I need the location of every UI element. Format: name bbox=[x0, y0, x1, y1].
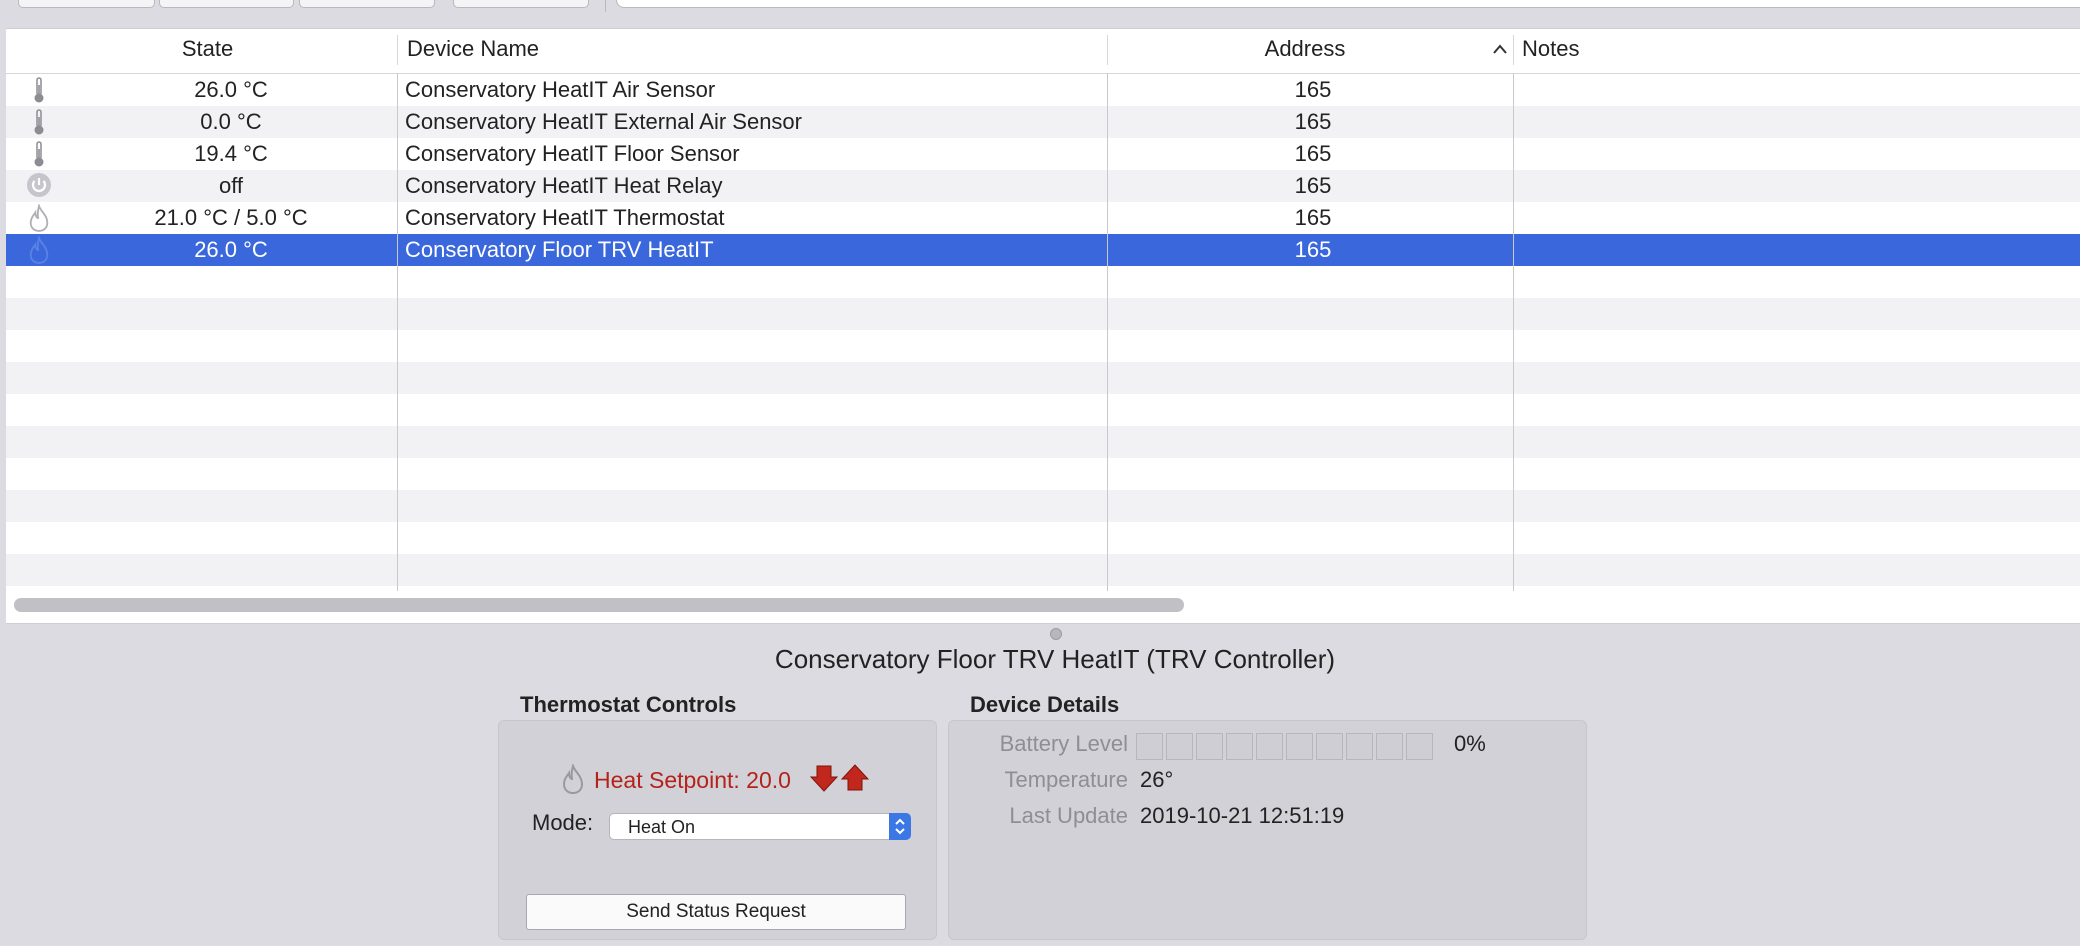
battery-level-indicator bbox=[1136, 733, 1446, 761]
temperature-value: 26° bbox=[1140, 767, 1174, 792]
split-view-handle[interactable] bbox=[1050, 628, 1062, 640]
last-update-value: 2019-10-21 12:51:19 bbox=[1140, 803, 1345, 828]
device-address: 165 bbox=[1294, 205, 1332, 230]
device-state: 19.4 °C bbox=[194, 141, 268, 166]
battery-segment bbox=[1406, 733, 1433, 760]
battery-level-label: Battery Level bbox=[999, 731, 1128, 756]
mode-select[interactable]: Heat On bbox=[609, 813, 911, 840]
battery-segment bbox=[1346, 733, 1373, 760]
device-state: off bbox=[218, 173, 244, 198]
table-row[interactable]: 21.0 °C / 5.0 °C Conservatory HeatIT Ther… bbox=[6, 202, 2080, 234]
table-row[interactable]: 19.4 °C Conservatory HeatIT Floor Sensor 1… bbox=[6, 138, 2080, 170]
empty-table-row bbox=[6, 458, 2080, 490]
heat-setpoint-label: Heat Setpoint: 20.0 bbox=[594, 767, 791, 793]
empty-table-row bbox=[6, 554, 2080, 586]
empty-table-row bbox=[6, 298, 2080, 330]
device-state: 21.0 °C / 5.0 °C bbox=[154, 205, 308, 230]
device-name: Conservatory HeatIT Floor Sensor bbox=[405, 141, 740, 166]
header-divider[interactable] bbox=[1107, 35, 1108, 65]
column-header-notes[interactable]: Notes bbox=[1522, 29, 1922, 73]
column-divider bbox=[397, 73, 398, 591]
header-divider[interactable] bbox=[1513, 35, 1514, 65]
battery-segment bbox=[1196, 733, 1223, 760]
battery-segment bbox=[1226, 733, 1253, 760]
horizontal-scrollbar[interactable] bbox=[14, 598, 1184, 612]
battery-segment bbox=[1286, 733, 1313, 760]
device-name: Conservatory HeatIT Heat Relay bbox=[405, 173, 723, 198]
mode-select-value: Heat On bbox=[628, 817, 696, 837]
battery-segment bbox=[1316, 733, 1343, 760]
battery-segment bbox=[1136, 733, 1163, 760]
empty-table-row bbox=[6, 266, 2080, 298]
header-divider[interactable] bbox=[397, 35, 398, 65]
table-row[interactable]: 26.0 °C Conservatory HeatIT Air Sensor 165 bbox=[6, 74, 2080, 106]
battery-segment bbox=[1376, 733, 1403, 760]
device-name: Conservatory HeatIT Thermostat bbox=[405, 205, 725, 230]
sort-ascending-icon bbox=[1493, 44, 1507, 54]
flame-icon bbox=[562, 764, 584, 794]
device-address: 165 bbox=[1294, 237, 1332, 262]
search-field[interactable] bbox=[616, 0, 2080, 8]
temperature-label: Temperature bbox=[1004, 767, 1128, 792]
select-stepper[interactable] bbox=[889, 813, 911, 840]
toolbar-button-3[interactable] bbox=[299, 0, 435, 8]
setpoint-up-button[interactable] bbox=[841, 764, 869, 792]
empty-table-row bbox=[6, 426, 2080, 458]
table-header: State Device Name Address Notes bbox=[6, 29, 2080, 74]
table-row[interactable]: 0.0 °C Conservatory HeatIT External Air S… bbox=[6, 106, 2080, 138]
setpoint-down-button[interactable] bbox=[810, 764, 838, 792]
device-table: State Device Name Address Notes 26.0 °C C… bbox=[6, 28, 2080, 624]
chevron-up-down-icon bbox=[895, 818, 905, 835]
toolbar bbox=[0, 0, 2080, 26]
device-address: 165 bbox=[1294, 109, 1332, 134]
device-name: Conservatory HeatIT External Air Sensor bbox=[405, 109, 802, 134]
battery-level-value: 0% bbox=[1454, 731, 1486, 756]
toolbar-separator bbox=[605, 0, 606, 12]
device-address: 165 bbox=[1294, 173, 1332, 198]
device-detail-title: Conservatory Floor TRV HeatIT (TRV Contr… bbox=[774, 644, 1336, 674]
column-header-device-name[interactable]: Device Name bbox=[407, 29, 1107, 73]
device-state: 26.0 °C bbox=[194, 237, 268, 262]
column-header-state[interactable]: State bbox=[46, 29, 369, 73]
empty-table-row bbox=[6, 330, 2080, 362]
battery-segment bbox=[1256, 733, 1283, 760]
send-status-request-button[interactable]: Send Status Request bbox=[526, 894, 906, 930]
device-state: 0.0 °C bbox=[200, 109, 262, 134]
table-row[interactable]: 26.0 °C Conservatory Floor TRV HeatIT 165 bbox=[6, 234, 2080, 266]
device-address: 165 bbox=[1294, 77, 1332, 102]
empty-table-row bbox=[6, 490, 2080, 522]
device-state: 26.0 °C bbox=[194, 77, 268, 102]
last-update-label: Last Update bbox=[1009, 803, 1128, 828]
device-details-heading: Device Details bbox=[970, 692, 1120, 717]
empty-table-row bbox=[6, 362, 2080, 394]
device-name: Conservatory HeatIT Air Sensor bbox=[405, 77, 716, 102]
toolbar-button-4[interactable] bbox=[453, 0, 589, 8]
column-divider bbox=[1513, 73, 1514, 591]
thermostat-controls-heading: Thermostat Controls bbox=[520, 692, 737, 717]
table-row[interactable]: off Conservatory HeatIT Heat Relay 165 bbox=[6, 170, 2080, 202]
column-header-address[interactable]: Address bbox=[1110, 29, 1500, 73]
empty-table-row bbox=[6, 394, 2080, 426]
mode-label: Mode: bbox=[532, 810, 594, 835]
toolbar-button-1[interactable] bbox=[18, 0, 155, 8]
device-name: Conservatory Floor TRV HeatIT bbox=[405, 237, 714, 262]
column-divider bbox=[1107, 73, 1108, 591]
toolbar-button-2[interactable] bbox=[159, 0, 294, 8]
device-address: 165 bbox=[1294, 141, 1332, 166]
empty-table-row bbox=[6, 522, 2080, 554]
battery-segment bbox=[1166, 733, 1193, 760]
